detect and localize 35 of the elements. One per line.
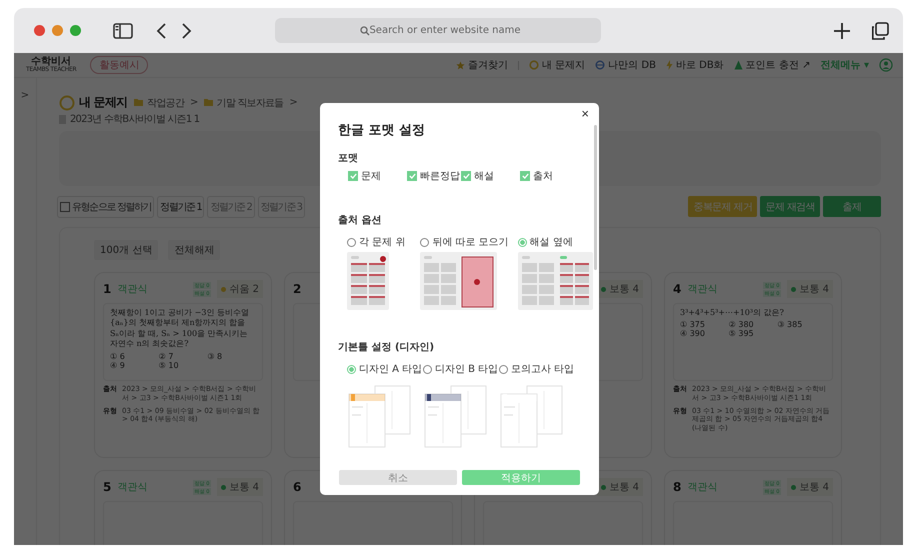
problem-number: 8 xyxy=(673,480,682,494)
problem-type-label: 객관식 xyxy=(687,481,718,494)
page-title: 내 문제지 xyxy=(79,94,128,111)
answer-choice: ⑤ 395 xyxy=(728,329,755,338)
answer-choice: ③ 8 xyxy=(207,352,224,361)
answer-choice: ① 375 xyxy=(680,320,706,330)
answer-choice: ③ 385 xyxy=(777,320,804,330)
breadcrumb-separator: > xyxy=(289,97,297,108)
answer-choice: ② 380 xyxy=(728,320,755,330)
answer-choice: ② 7 xyxy=(158,352,174,361)
problem-text: 3³+4³+5³+⋯+10³의 값은? xyxy=(680,308,785,318)
section-heading: 출처 옵션 xyxy=(338,214,382,227)
problem-type-label: 객관식 xyxy=(687,283,718,296)
problem-number: 2 xyxy=(293,282,302,296)
difficulty-tag: 보통 4 xyxy=(217,478,263,496)
difficulty-tag: 보통 4 xyxy=(597,478,643,496)
answer-choice: ⑤ 10 xyxy=(158,360,180,370)
problem-number: 5 xyxy=(103,480,112,494)
difficulty-tag: 보통 4 xyxy=(787,478,833,496)
problem-text: 첫째항이 1이고 공비가 −3인 등비수열 {aₙ}의 첫째항부터 제n항까지의 합을 Sₙ이라 할 때, Sₙ > 100을 만족시키는 자연수 n의 최솟값은? xyxy=(110,308,250,350)
answer-choice: ④ 9 xyxy=(110,360,126,370)
section-heading: 기본틀 설정 (디자인) xyxy=(338,341,436,354)
answer-choice: ① 6 xyxy=(110,352,126,361)
problem-number: 1 xyxy=(103,282,112,296)
answer-choice: ④ 390 xyxy=(680,329,706,338)
difficulty-tag: 보통 4 xyxy=(597,280,643,298)
problem-number: 6 xyxy=(293,480,302,494)
breadcrumb-separator: > xyxy=(190,97,198,108)
problem-type-label: 객관식 xyxy=(117,283,148,296)
difficulty-tag: 쉬움 2 xyxy=(217,280,263,298)
difficulty-tag: 보통 4 xyxy=(787,280,833,298)
dialog-title: 한글 포맷 설정 xyxy=(338,122,426,139)
problem-type-label: 객관식 xyxy=(117,481,148,494)
section-heading: 포맷 xyxy=(338,152,359,165)
problem-number: 4 xyxy=(673,282,682,296)
